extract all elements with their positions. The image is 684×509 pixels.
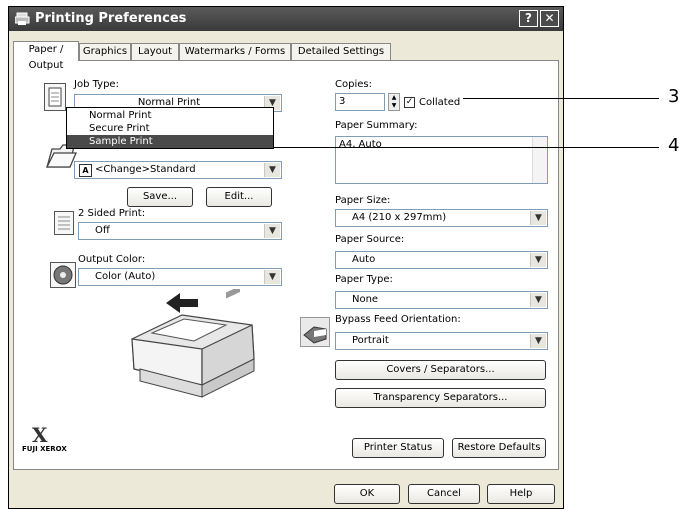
tab-detailed-settings[interactable]: Detailed Settings: [291, 43, 391, 60]
paper-source-value: Auto: [352, 254, 376, 265]
printer-icon: [15, 12, 30, 25]
help-title-button[interactable]: ?: [519, 10, 538, 27]
title-bar[interactable]: Printing Preferences ? ✕: [9, 7, 563, 31]
bypass-orientation-select[interactable]: Portrait ▼: [335, 332, 548, 350]
job-type-option-normal[interactable]: Normal Print: [67, 109, 273, 122]
fuji-xerox-logo: X: [32, 423, 48, 447]
chevron-down-icon[interactable]: ▼: [264, 224, 280, 238]
job-type-option-sample[interactable]: Sample Print: [67, 135, 273, 148]
paper-summary-box: A4, Auto: [335, 136, 548, 184]
paper-summary-label: Paper Summary:: [335, 120, 418, 131]
cancel-button[interactable]: Cancel: [408, 484, 480, 504]
paper-size-label: Paper Size:: [335, 195, 391, 206]
printer-status-button[interactable]: Printer Status: [352, 438, 444, 458]
paper-source-select[interactable]: Auto ▼: [335, 251, 548, 269]
output-color-select[interactable]: Color (Auto) ▼: [78, 268, 282, 286]
two-sided-select[interactable]: Off ▼: [78, 222, 282, 240]
copies-label: Copies:: [335, 79, 372, 90]
window-title: Printing Preferences: [35, 11, 187, 26]
job-type-label: Job Type:: [74, 79, 119, 90]
callout-number-3: 3: [668, 86, 680, 107]
collated-checkbox[interactable]: ✓: [404, 97, 415, 108]
two-sided-label: 2 Sided Print:: [78, 208, 146, 219]
paper-type-value: None: [352, 294, 379, 305]
tab-layout[interactable]: Layout: [131, 43, 179, 60]
help-button[interactable]: Help: [487, 484, 555, 504]
callout-line-3: [463, 98, 659, 99]
bypass-tray-icon: [300, 317, 330, 347]
paper-size-value: A4 (210 x 297mm): [352, 212, 447, 223]
close-button[interactable]: ✕: [540, 10, 559, 27]
tab-paper-output[interactable]: Paper / Output: [13, 41, 79, 71]
chevron-down-icon[interactable]: ▼: [530, 293, 546, 307]
paper-set-badge: A: [79, 164, 92, 177]
tab-graphics[interactable]: Graphics: [79, 43, 131, 60]
paper-source-label: Paper Source:: [335, 234, 405, 245]
paper-summary-value: A4, Auto: [339, 139, 382, 150]
copies-field[interactable]: 3: [335, 93, 385, 111]
printing-preferences-dialog: Printing Preferences ? ✕ Paper / Output …: [8, 6, 564, 509]
bypass-orientation-value: Portrait: [352, 335, 389, 346]
output-color-value: Color (Auto): [95, 271, 156, 282]
job-type-dropdown-list: Normal Print Secure Print Sample Print: [66, 107, 274, 149]
two-sided-icon: [54, 211, 74, 235]
chevron-down-icon[interactable]: ▼: [530, 253, 546, 267]
restore-defaults-button[interactable]: Restore Defaults: [452, 438, 546, 458]
edit-button[interactable]: Edit...: [206, 187, 272, 207]
copies-spinner[interactable]: ▲ ▼: [388, 93, 400, 111]
callout-number-4: 4: [668, 135, 680, 156]
summary-scrollbar[interactable]: [532, 137, 547, 183]
two-sided-value: Off: [95, 225, 110, 236]
paper-set-select[interactable]: A <Change>Standard ▼: [74, 161, 282, 179]
brand-name: FUJI XEROX: [22, 445, 67, 453]
paper-set-value: <Change>Standard: [95, 164, 196, 175]
chevron-down-icon[interactable]: ▼: [264, 270, 280, 284]
paper-type-label: Paper Type:: [335, 274, 393, 285]
job-type-option-secure[interactable]: Secure Print: [67, 122, 273, 135]
covers-separators-button[interactable]: Covers / Separators...: [335, 360, 546, 380]
chevron-down-icon[interactable]: ▼: [264, 163, 280, 177]
ok-button[interactable]: OK: [334, 484, 400, 504]
save-button[interactable]: Save...: [127, 187, 193, 207]
color-disc-icon: [50, 262, 76, 288]
job-type-icon: [44, 83, 66, 111]
printer-illustration: [131, 289, 255, 398]
paper-type-select[interactable]: None ▼: [335, 291, 548, 309]
paper-size-select[interactable]: A4 (210 x 297mm) ▼: [335, 209, 548, 227]
tab-watermarks-forms[interactable]: Watermarks / Forms: [179, 43, 291, 60]
collated-label: Collated: [419, 97, 461, 108]
chevron-down-icon[interactable]: ▼: [530, 211, 546, 225]
output-color-label: Output Color:: [78, 254, 146, 265]
chevron-down-icon[interactable]: ▼: [530, 334, 546, 348]
copies-value: 3: [339, 96, 346, 107]
bypass-orientation-label: Bypass Feed Orientation:: [335, 314, 461, 325]
transparency-separators-button[interactable]: Transparency Separators...: [335, 388, 546, 408]
